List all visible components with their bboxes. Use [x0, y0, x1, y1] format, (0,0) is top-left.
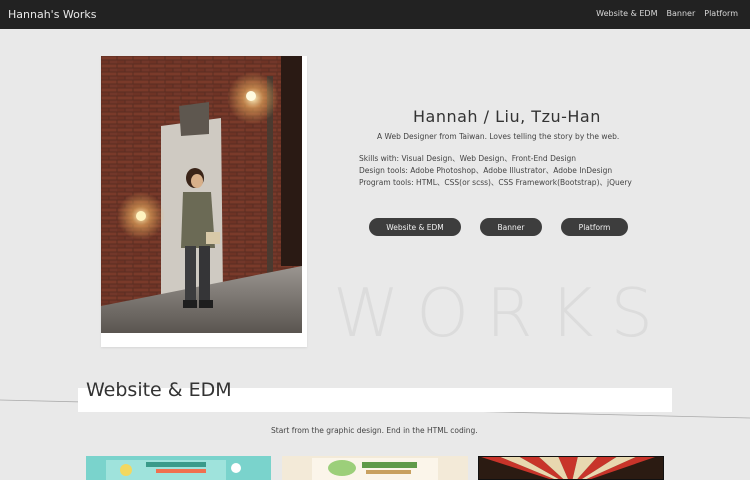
- profile-photo: [101, 56, 302, 333]
- profile-photo-frame: [101, 56, 307, 347]
- work-thumbnail-1[interactable]: [86, 456, 271, 480]
- nav-link-website-edm[interactable]: Website & EDM: [596, 9, 657, 18]
- profile-skills: Skills with: Visual Design、Web Design、Fr…: [359, 153, 632, 189]
- photo-illustration: [101, 56, 302, 333]
- website-edm-button[interactable]: Website & EDM: [369, 218, 461, 236]
- work-thumbnail-3[interactable]: [478, 456, 664, 480]
- banner-button[interactable]: Banner: [480, 218, 542, 236]
- profile-tagline: A Web Designer from Taiwan. Loves tellin…: [377, 132, 620, 141]
- design-tools-line: Design tools: Adobe Photoshop、Adobe Illu…: [359, 166, 613, 175]
- section-title: Website & EDM: [86, 379, 232, 401]
- program-tools-line: Program tools: HTML、CSS(or scss)、CSS Fra…: [359, 178, 632, 187]
- top-navbar: Hannah's Works Website & EDM Banner Plat…: [0, 0, 750, 29]
- thumbnail-3-art: [478, 456, 664, 480]
- profile-name: Hannah / Liu, Tzu-Han: [413, 107, 601, 126]
- top-nav-links: Website & EDM Banner Platform: [596, 9, 738, 18]
- platform-button[interactable]: Platform: [561, 218, 628, 236]
- site-brand[interactable]: Hannah's Works: [8, 8, 97, 21]
- works-background-text: WORKS: [333, 274, 671, 352]
- skills-line: Skills with: Visual Design、Web Design、Fr…: [359, 154, 576, 163]
- thumbnail-2-art: [282, 456, 468, 480]
- work-thumbnail-2[interactable]: [282, 456, 468, 480]
- section-subtitle: Start from the graphic design. End in th…: [271, 426, 478, 435]
- nav-link-platform[interactable]: Platform: [704, 9, 738, 18]
- nav-link-banner[interactable]: Banner: [667, 9, 696, 18]
- thumbnail-1-art: [86, 456, 271, 480]
